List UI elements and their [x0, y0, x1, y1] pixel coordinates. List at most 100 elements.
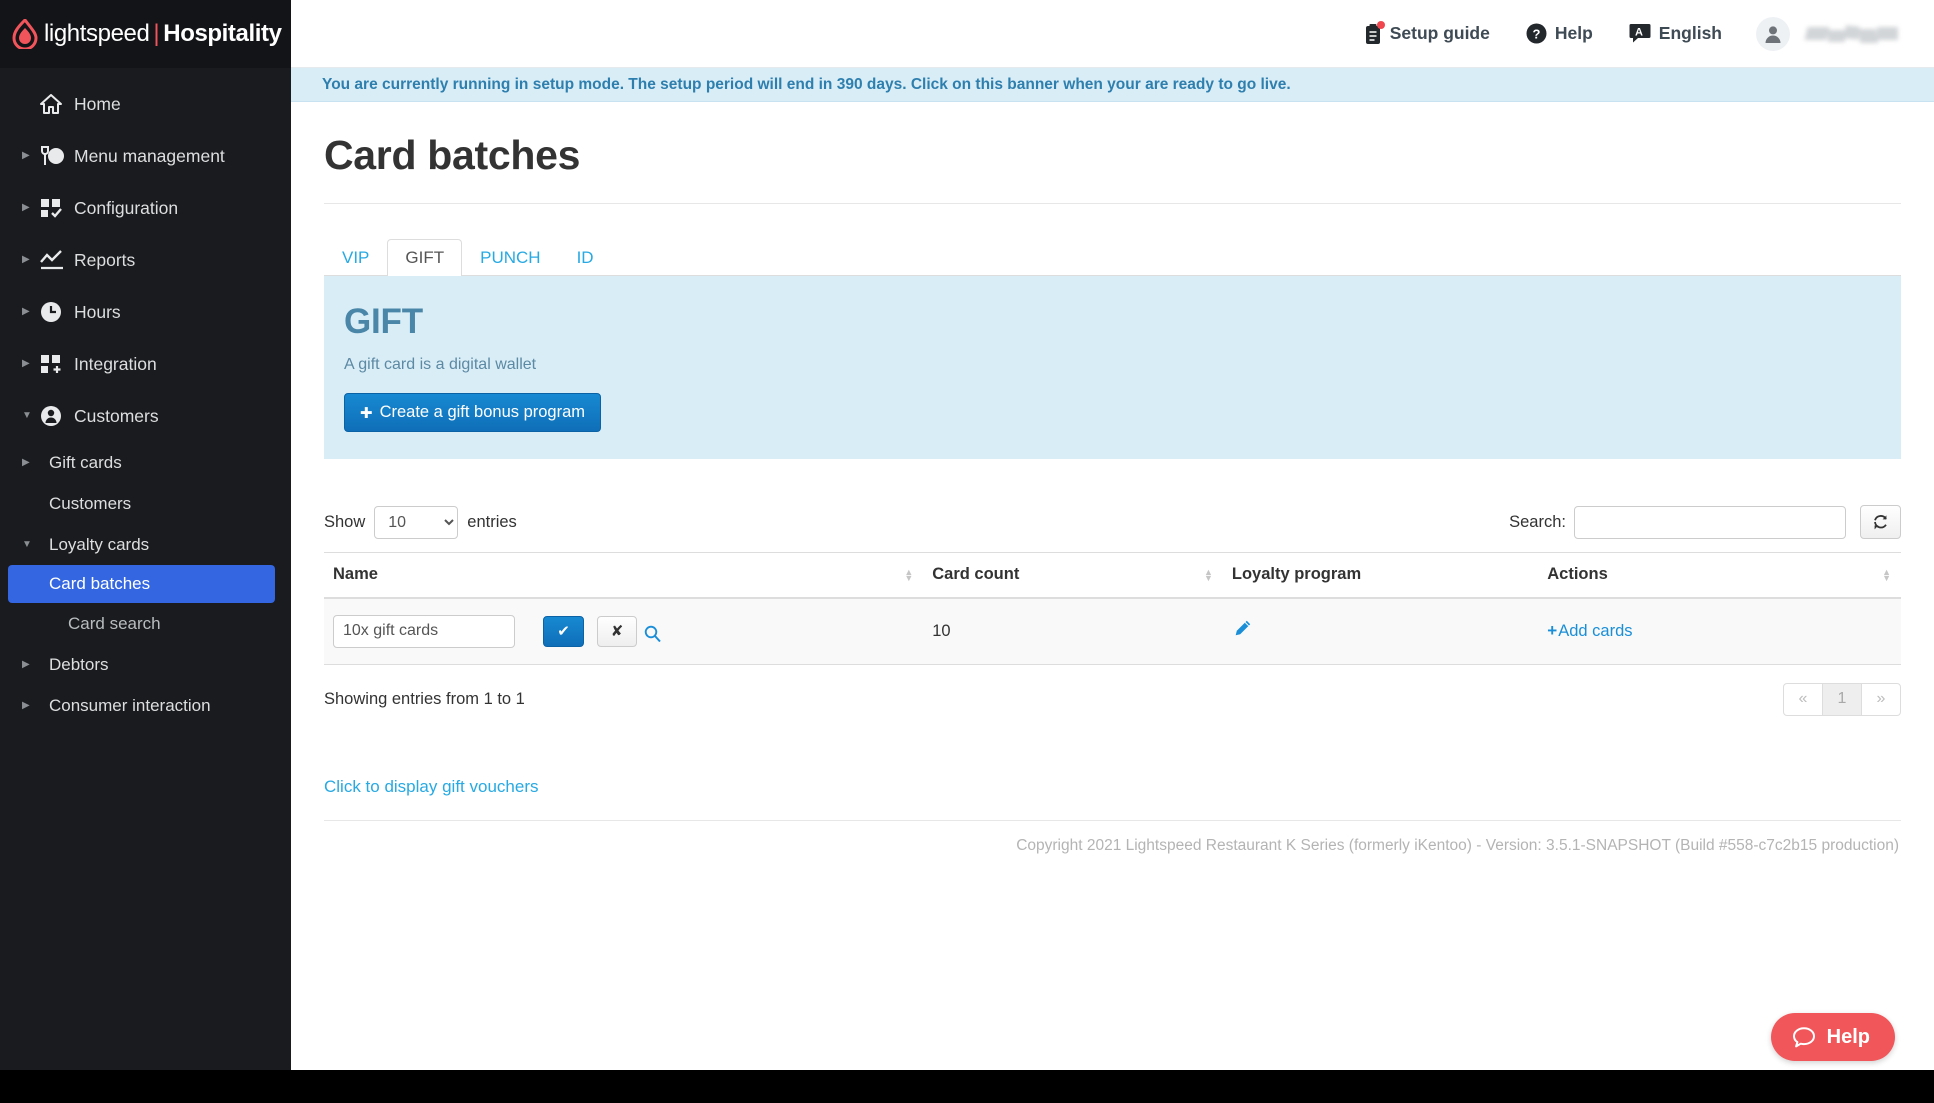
tab-gift[interactable]: GIFT — [387, 239, 463, 276]
chevron-right-icon[interactable]: ▶ — [22, 359, 40, 369]
pagination-next[interactable]: » — [1861, 682, 1901, 716]
setup-guide-label: Setup guide — [1389, 23, 1490, 43]
sidebar-item-customers-list[interactable]: Customers — [0, 483, 291, 524]
sidebar-item-card-batches[interactable]: Card batches — [8, 565, 275, 603]
sidebar-item-hours[interactable]: ▶ Hours — [0, 286, 291, 338]
add-cards-button[interactable]: + Add cards — [1547, 621, 1632, 641]
check-icon: ✔ — [557, 623, 570, 641]
sidebar-item-reports[interactable]: ▶ Reports — [0, 234, 291, 286]
sidebar-subitem-label: Consumer interaction — [49, 695, 211, 715]
help-widget-button[interactable]: Help — [1770, 1013, 1895, 1061]
sidebar-subitem-label: Gift cards — [49, 452, 122, 472]
setup-mode-banner[interactable]: You are currently running in setup mode.… — [291, 68, 1934, 102]
pencil-icon[interactable] — [1232, 620, 1252, 643]
confirm-rename-button[interactable]: ✔ — [543, 615, 584, 647]
sidebar-item-configuration[interactable]: ▶ Configuration — [0, 182, 291, 234]
chevron-down-icon[interactable]: ▼ — [22, 411, 40, 421]
sort-arrows-icon[interactable]: ▲ ▼ — [1204, 568, 1213, 583]
translate-icon: A — [1629, 23, 1651, 44]
close-icon: ✘ — [610, 623, 624, 641]
show-label: Show — [324, 512, 366, 531]
window-bottom-chrome — [0, 1070, 1934, 1103]
magnifier-icon[interactable] — [644, 625, 661, 647]
help-button[interactable]: ? Help — [1526, 23, 1593, 44]
column-label: Name — [333, 565, 378, 583]
search-input[interactable] — [1574, 505, 1846, 539]
home-icon — [40, 94, 74, 114]
chevron-down-icon[interactable]: ▼ — [22, 539, 49, 550]
cancel-rename-button[interactable]: ✘ — [597, 615, 637, 647]
table-row: ✔ ✘ — [324, 598, 1901, 665]
column-header-name[interactable]: Name ▲ ▼ — [324, 552, 924, 599]
avatar[interactable] — [1756, 16, 1790, 51]
sidebar-nav: Home ▶ Menu management ▶ Configuration ▶… — [0, 68, 291, 726]
entries-per-page-select[interactable]: 10 25 50 100 — [374, 505, 459, 539]
reports-icon — [40, 250, 74, 270]
chat-bubble-icon — [1792, 1026, 1816, 1049]
sidebar-item-gift-cards[interactable]: ▶ Gift cards — [0, 442, 291, 483]
column-header-loyalty-program[interactable]: Loyalty program — [1222, 552, 1539, 599]
brand-separator: | — [153, 20, 160, 47]
sidebar-item-integration[interactable]: ▶ Integration — [0, 338, 291, 390]
column-header-actions[interactable]: Actions ▲ ▼ — [1538, 552, 1901, 599]
sidebar-item-card-search[interactable]: Card search — [0, 603, 291, 644]
column-label: Actions — [1547, 565, 1608, 583]
tab-id[interactable]: ID — [559, 239, 612, 276]
chevron-right-icon[interactable]: ▶ — [22, 307, 40, 317]
cell-actions: + Add cards — [1538, 598, 1901, 665]
chevron-right-icon[interactable]: ▶ — [22, 151, 40, 161]
refresh-icon — [1874, 514, 1887, 529]
datatable-filter-area: Search: — [1509, 505, 1901, 539]
card-type-tabs: VIP GIFT PUNCH ID — [324, 237, 1901, 276]
menu-management-icon — [40, 145, 74, 167]
table-body: ✔ ✘ — [324, 598, 1901, 665]
sidebar-item-loyalty-cards[interactable]: ▼ Loyalty cards — [0, 524, 291, 565]
sidebar-item-consumer-interaction[interactable]: ▶ Consumer interaction — [0, 685, 291, 726]
sidebar-subitem-label: Debtors — [49, 654, 109, 674]
display-gift-vouchers-link[interactable]: Click to display gift vouchers — [324, 777, 538, 797]
sort-arrows-icon[interactable]: ▲ ▼ — [1882, 568, 1891, 583]
gift-panel-description: A gift card is a digital wallet — [344, 356, 537, 373]
sidebar-item-home[interactable]: Home — [0, 78, 291, 130]
chevron-right-icon[interactable]: ▶ — [22, 255, 40, 265]
setup-guide-button[interactable]: Setup guide — [1364, 20, 1490, 45]
sidebar-item-debtors[interactable]: ▶ Debtors — [0, 644, 291, 685]
table-header-row: Name ▲ ▼ Card count ▲ ▼ Loyalty program Ac… — [324, 552, 1901, 599]
refresh-button[interactable] — [1860, 505, 1901, 539]
brand-logo[interactable]: lightspeed | Hospitality — [0, 0, 291, 68]
chevron-right-icon[interactable]: ▶ — [22, 457, 49, 468]
username-redacted[interactable] — [1804, 21, 1900, 47]
page-content: Card batches VIP GIFT PUNCH ID GIFT A gi… — [291, 132, 1934, 855]
sidebar-item-customers[interactable]: ▼ Customers — [0, 390, 291, 442]
name-edit-group: ✔ ✘ — [333, 614, 914, 648]
chevron-right-icon[interactable]: ▶ — [22, 659, 49, 670]
sidebar-subitem-label: Loyalty cards — [49, 534, 150, 554]
chevron-right-icon[interactable]: ▶ — [22, 700, 49, 711]
chevron-right-icon[interactable]: ▶ — [22, 203, 40, 213]
sidebar-item-label: Integration — [74, 353, 157, 374]
create-gift-bonus-program-label: Create a gift bonus program — [379, 403, 586, 421]
sidebar-item-label: Reports — [74, 249, 136, 270]
configuration-icon — [40, 198, 74, 218]
gift-panel-heading: GIFT — [344, 302, 423, 341]
sort-arrows-icon[interactable]: ▲ ▼ — [904, 568, 913, 583]
column-label: Card count — [932, 565, 1020, 583]
cell-loyalty-program — [1222, 598, 1539, 665]
tab-punch[interactable]: PUNCH — [462, 239, 558, 276]
brand-name-light: lightspeed — [44, 20, 150, 47]
language-selector[interactable]: A English — [1629, 23, 1722, 44]
tab-vip[interactable]: VIP — [324, 239, 387, 276]
entries-label: entries — [467, 512, 517, 531]
datatable-length-control: Show 10 25 50 100 entries — [324, 505, 517, 539]
batch-name-input[interactable] — [333, 614, 515, 648]
brand-text: lightspeed | Hospitality — [44, 20, 282, 48]
pagination-previous[interactable]: « — [1783, 682, 1823, 716]
datatable-info: Showing entries from 1 to 1 — [324, 689, 525, 708]
column-header-card-count[interactable]: Card count ▲ ▼ — [923, 552, 1223, 599]
datatable-toolbar: Show 10 25 50 100 entries Search: — [324, 505, 1901, 539]
sidebar-subitem-label: Card search — [68, 613, 161, 633]
create-gift-bonus-program-button[interactable]: ✚ Create a gift bonus program — [344, 393, 602, 432]
pagination-page-1[interactable]: 1 — [1822, 682, 1862, 716]
clock-icon — [40, 301, 74, 323]
sidebar-item-menu-management[interactable]: ▶ Menu management — [0, 130, 291, 182]
